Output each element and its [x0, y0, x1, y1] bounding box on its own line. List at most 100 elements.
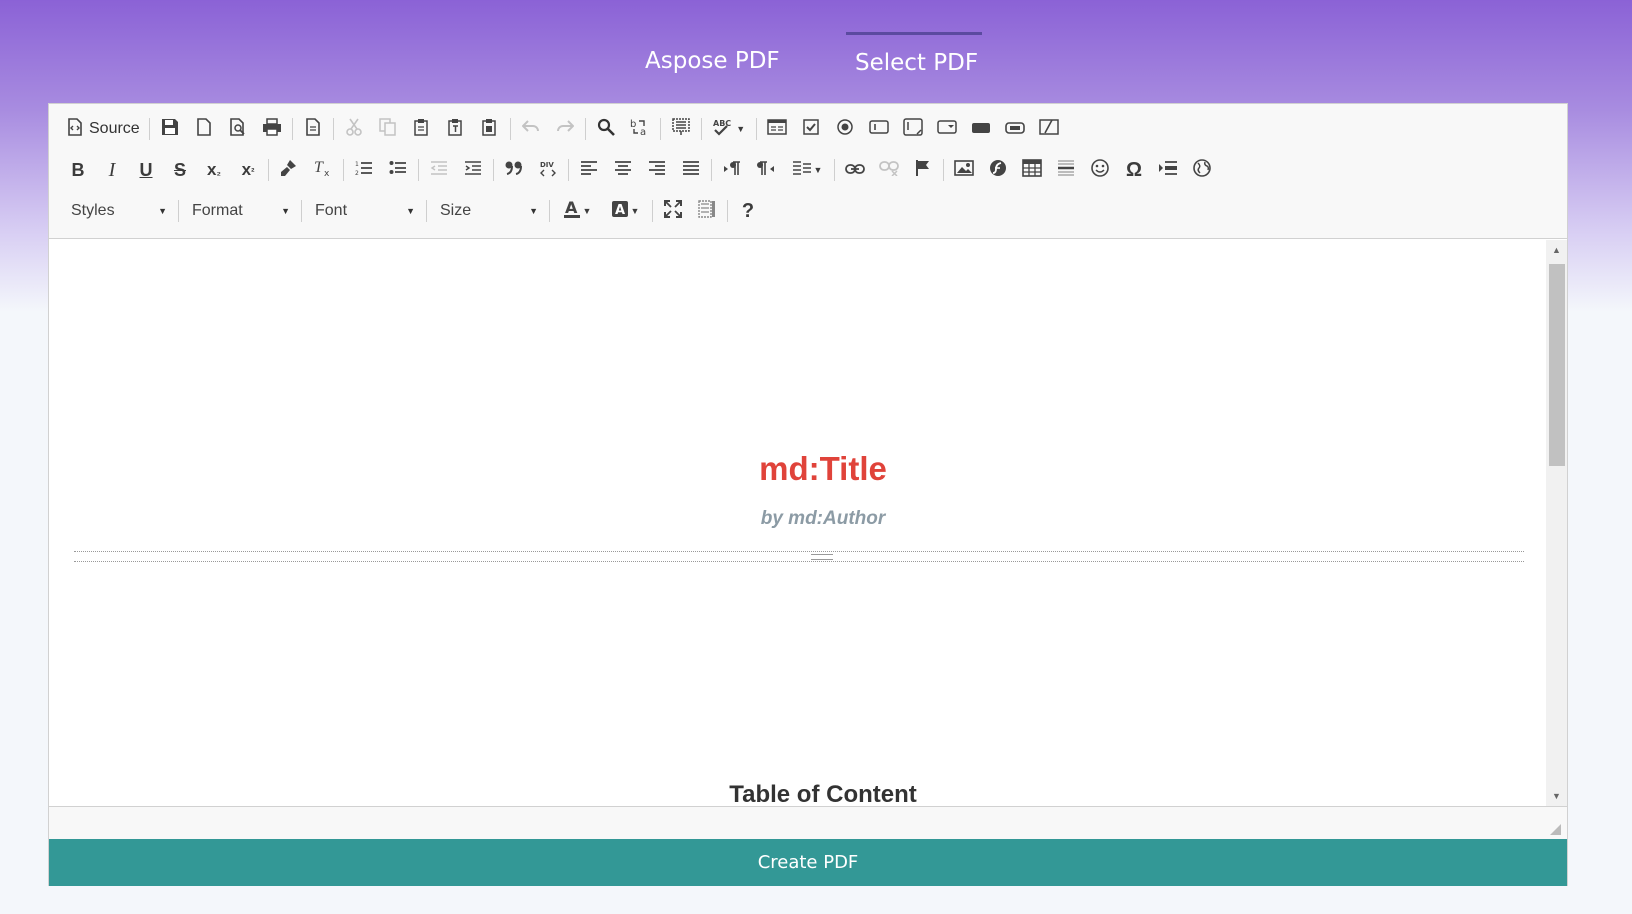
image-button-field-button[interactable] [998, 114, 1032, 144]
print-button[interactable] [255, 114, 289, 144]
rtl-button[interactable] [749, 155, 783, 185]
replace-button[interactable]: ba [623, 114, 657, 144]
toolbar-separator [493, 159, 494, 181]
cut-button[interactable] [337, 114, 371, 144]
resize-handle[interactable] [1550, 824, 1561, 835]
paste-button[interactable] [405, 114, 439, 144]
flag-icon [915, 159, 931, 182]
toolbar-separator [755, 118, 757, 140]
horizontal-line-button[interactable] [1049, 155, 1083, 185]
checkbox-button[interactable] [794, 114, 828, 144]
blockquote-button[interactable] [497, 155, 531, 185]
source-button[interactable]: Source [61, 114, 146, 144]
italic-button[interactable]: I [95, 155, 129, 185]
svg-text:DIV: DIV [540, 161, 554, 169]
paste-text-button[interactable] [439, 114, 473, 144]
toolbar-row-3: Styles ▼ Format ▼ Font ▼ Size ▼ A▼ A▼ [61, 196, 765, 226]
form-button[interactable] [760, 114, 794, 144]
format-dropdown[interactable]: Format ▼ [182, 197, 298, 225]
toolbar-separator [509, 118, 511, 140]
text-field-button[interactable] [862, 114, 896, 144]
table-button[interactable] [1015, 155, 1049, 185]
undo-button[interactable] [514, 114, 548, 144]
bulleted-list-button[interactable] [381, 155, 415, 185]
editor-content[interactable]: md:Title by md:Author Table of Content ▲… [49, 240, 1567, 806]
increase-indent-button[interactable] [456, 155, 490, 185]
styles-dropdown[interactable]: Styles ▼ [61, 197, 175, 225]
toc-heading: Table of Content [729, 781, 917, 806]
radio-button[interactable] [828, 114, 862, 144]
remove-format-button[interactable]: Tx [306, 155, 340, 185]
undo-icon [521, 119, 540, 139]
button-field-button[interactable] [964, 114, 998, 144]
font-dropdown[interactable]: Font ▼ [305, 197, 423, 225]
textarea-button[interactable] [896, 114, 930, 144]
special-char-button[interactable]: Ω [1117, 155, 1151, 185]
chevron-down-icon: ▼ [630, 206, 640, 216]
copy-button[interactable] [371, 114, 405, 144]
anchor-button[interactable] [906, 155, 940, 185]
preview-icon [229, 117, 247, 141]
new-page-button[interactable] [187, 114, 221, 144]
svg-text:A: A [615, 203, 625, 218]
language-button[interactable]: ▼ [783, 155, 831, 185]
form-icon [766, 118, 787, 140]
text-color-button[interactable]: A ▼ [553, 196, 601, 226]
redo-button[interactable] [548, 114, 582, 144]
textarea-icon [902, 117, 923, 141]
show-blocks-button[interactable] [690, 196, 724, 226]
image-button[interactable] [947, 155, 981, 185]
smiley-button[interactable] [1083, 155, 1117, 185]
text-color-icon: A [563, 198, 581, 224]
vertical-scrollbar[interactable]: ▲ ▼ [1546, 240, 1567, 806]
justify-button[interactable] [674, 155, 708, 185]
align-left-button[interactable] [572, 155, 606, 185]
maximize-button[interactable] [656, 196, 690, 226]
save-button[interactable] [153, 114, 187, 144]
toolbar-separator [301, 200, 302, 222]
toolbar-separator [549, 200, 550, 222]
hidden-field-button[interactable] [1032, 114, 1066, 144]
spellcheck-button[interactable]: ABC ▼ [705, 114, 753, 144]
flash-icon [989, 159, 1007, 182]
page-break-button[interactable] [1151, 155, 1185, 185]
decrease-indent-button[interactable] [422, 155, 456, 185]
active-tab-indicator [846, 32, 982, 35]
align-right-button[interactable] [640, 155, 674, 185]
copy-formatting-button[interactable] [272, 155, 306, 185]
flash-button[interactable] [981, 155, 1015, 185]
bold-button[interactable]: B [61, 155, 95, 185]
preview-button[interactable] [221, 114, 255, 144]
scroll-down-arrow[interactable]: ▼ [1546, 786, 1567, 806]
superscript-button[interactable]: x² [231, 155, 265, 185]
find-button[interactable] [589, 114, 623, 144]
horizontal-line-icon [1057, 159, 1075, 182]
create-pdf-button[interactable]: Create PDF [49, 839, 1567, 886]
help-button[interactable]: ? [731, 196, 765, 226]
font-label: Font [315, 202, 348, 219]
align-center-button[interactable] [606, 155, 640, 185]
subscript-button[interactable]: x₂ [197, 155, 231, 185]
create-div-button[interactable]: DIV [531, 155, 565, 185]
ltr-button[interactable] [715, 155, 749, 185]
unlink-button[interactable] [872, 155, 906, 185]
select-all-button[interactable] [664, 114, 698, 144]
background-color-button[interactable]: A ▼ [601, 196, 649, 226]
underline-button[interactable]: U [129, 155, 163, 185]
tab-aspose-pdf[interactable]: Aspose PDF [645, 48, 780, 74]
strikethrough-button[interactable]: S [163, 155, 197, 185]
editor-toolbar: Source ba ABC ▼ B I U S x₂ x² T x 1 2 DI… [49, 104, 1567, 239]
paste-text-icon [447, 118, 465, 141]
scrollbar-thumb[interactable] [1549, 264, 1565, 466]
select-field-button[interactable] [930, 114, 964, 144]
link-button[interactable] [838, 155, 872, 185]
tab-select-pdf[interactable]: Select PDF [855, 50, 978, 76]
iframe-button[interactable] [1185, 155, 1219, 185]
templates-button[interactable] [296, 114, 330, 144]
source-icon [67, 117, 83, 141]
numbered-list-button[interactable]: 12 [347, 155, 381, 185]
scroll-up-arrow[interactable]: ▲ [1546, 240, 1567, 260]
size-dropdown[interactable]: Size ▼ [430, 197, 546, 225]
paste-word-button[interactable] [473, 114, 507, 144]
svg-text:A: A [565, 199, 578, 217]
